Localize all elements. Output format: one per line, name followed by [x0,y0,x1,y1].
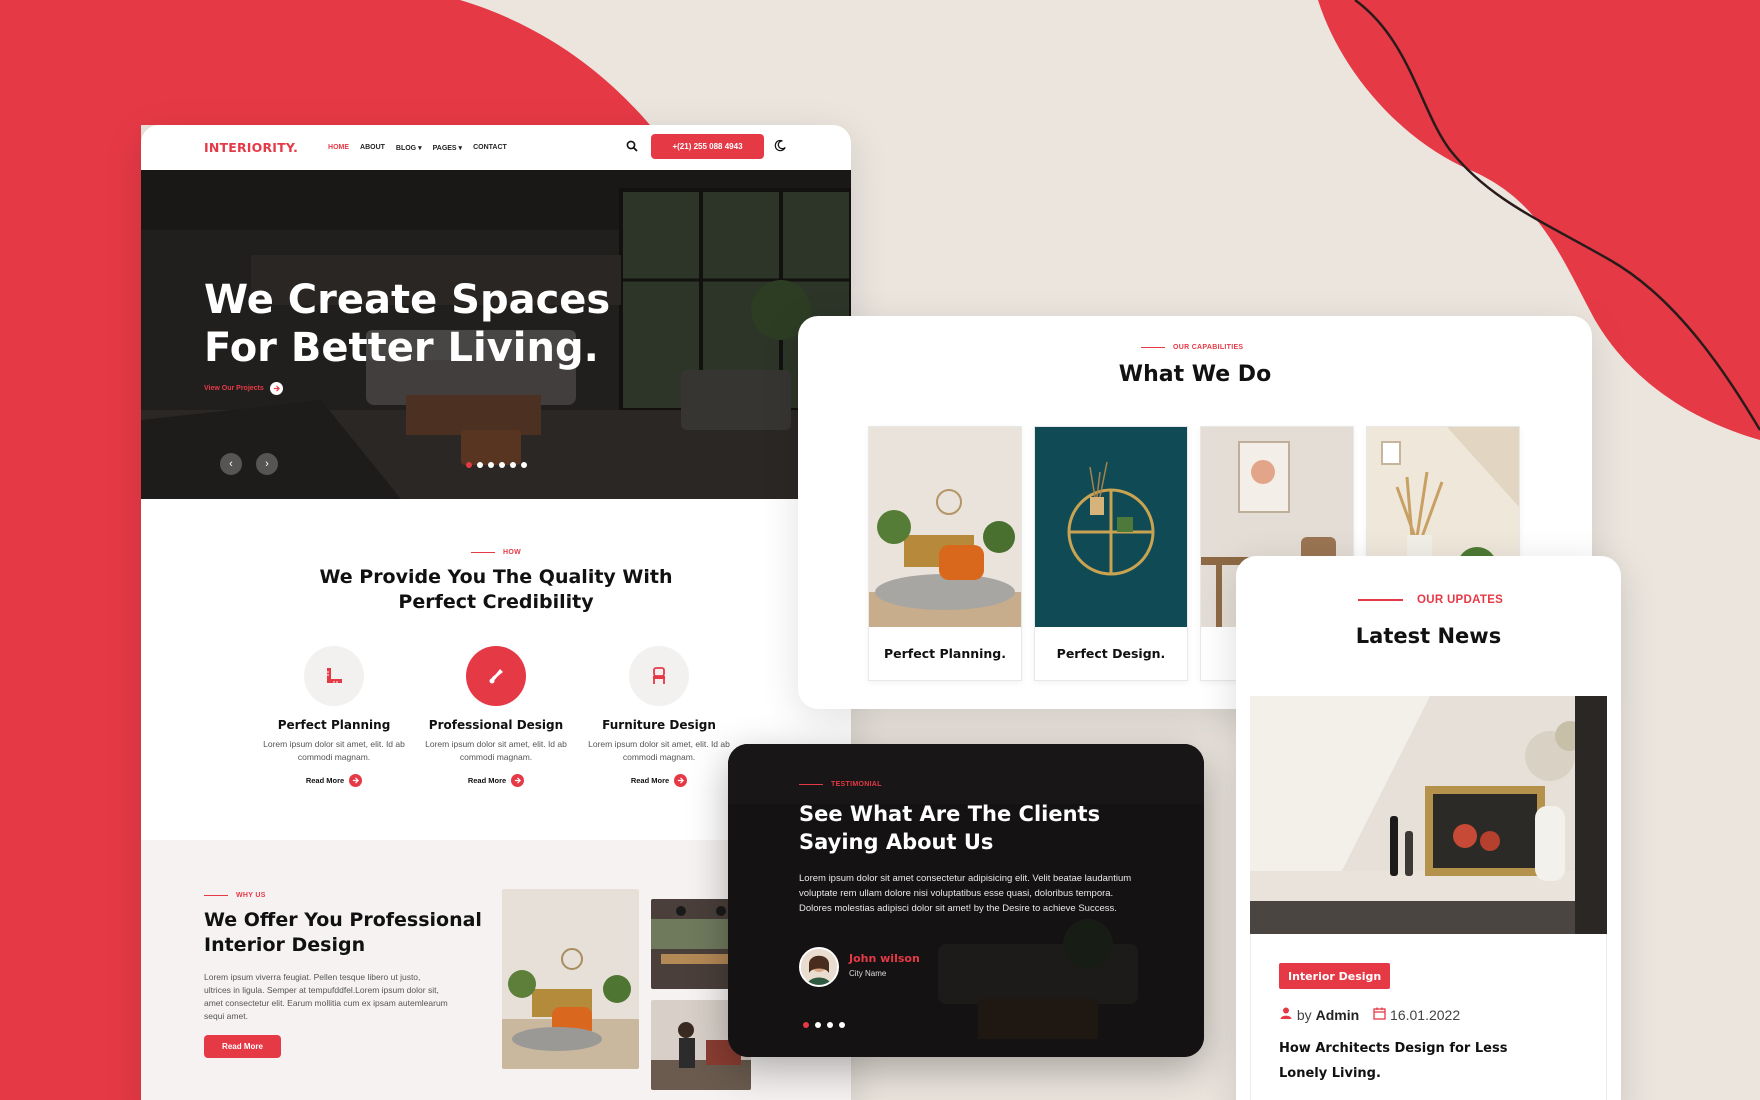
card-image [869,427,1021,627]
read-more-label: Read More [305,776,345,785]
why-read-more-button[interactable]: Read More [204,1035,281,1058]
why-image-living-room [502,889,639,1069]
hero-title: We Create Spaces For Better Living. [204,276,664,372]
news-category-tag[interactable]: Interior Design [1279,963,1391,989]
paint-brush-icon [466,646,526,706]
nav-item-pages-label: PAGES [432,144,457,152]
capability-card-design[interactable]: Perfect Design. [1034,426,1188,681]
hero-prev-button[interactable]: ‹ [220,453,242,475]
hero-next-button[interactable]: › [256,453,278,475]
testimonial-title-line-2: Saying About Us [799,830,994,854]
news-author-name[interactable]: Admin [1316,1007,1360,1023]
read-more-label: Read More [630,776,670,785]
feature-text: Lorem ipsum dolor sit amet, elit. Id ab … [425,739,567,762]
news-image[interactable] [1250,696,1607,934]
hero-slider: We Create Spaces For Better Living. View … [141,170,851,499]
news-kicker: OUR UPDATES [1358,594,1503,606]
news-date: 16.01.2022 [1373,1007,1460,1023]
testimonial-role: City Name [849,969,887,978]
testimonial-pagination [803,1022,845,1028]
arrow-right-icon [349,774,363,787]
hero-dot[interactable] [521,462,527,468]
card-image [1035,427,1187,627]
testimonial-name: John wilson [849,952,920,965]
card-title: Perfect Design. [1056,646,1166,661]
how-kicker: HOW [471,549,521,556]
latest-news-panel: OUR UPDATES Latest News Interior Design … [1236,556,1621,1100]
news-post-title[interactable]: How Architects Design for Less Lonely Li… [1279,1036,1559,1086]
moon-icon[interactable] [774,139,787,152]
chair-icon [629,646,689,706]
search-icon[interactable] [626,140,638,152]
hero-dot[interactable] [488,462,494,468]
capabilities-kicker: OUR CAPABILITIES [1141,344,1243,351]
testimonial-title: See What Are The Clients Saying About Us [799,800,1129,856]
testimonial-dot[interactable] [815,1022,821,1028]
testimonial-dot[interactable] [839,1022,845,1028]
feature-text: Lorem ipsum dolor sit amet, elit. Id ab … [588,739,730,762]
nav-item-blog[interactable]: BLOG ▾ [396,144,422,152]
arrow-right-icon [674,774,688,787]
testimonial-dot[interactable] [827,1022,833,1028]
feature-text: Lorem ipsum dolor sit amet, elit. Id ab … [263,739,405,762]
nav-item-blog-label: BLOG [395,144,417,152]
logo[interactable]: INTERIORITY. [204,140,298,155]
avatar [799,947,839,987]
testimonial-panel: TESTIMONIAL See What Are The Clients Sayi… [728,744,1204,1057]
read-more-link[interactable]: Read More [467,774,525,787]
feature-title: Perfect Planning [277,718,391,732]
chevron-right-icon: › [265,458,269,470]
feature-perfect-planning: Perfect Planning Lorem ipsum dolor sit a… [254,646,414,788]
ruler-icon [304,646,364,706]
testimonial-title-line-1: See What Are The Clients [799,802,1101,826]
calendar-icon [1373,1007,1386,1020]
chevron-down-icon: ▾ [456,144,463,152]
hero-title-line-1: We Create Spaces [204,277,611,323]
feature-title: Furniture Design [602,718,716,732]
nav-item-contact[interactable]: CONTACT [473,144,507,152]
testimonial-quote: Lorem ipsum dolor sit amet consectetur a… [799,873,1132,914]
hero-pagination [466,462,527,468]
nav-item-about[interactable]: ABOUT [360,144,385,152]
news-section-title: Latest News [1355,624,1502,648]
top-nav: INTERIORITY. HOME ABOUT BLOG ▾ PAGES ▾ C… [141,125,851,170]
news-date-text: 16.01.2022 [1390,1006,1461,1023]
read-more-link[interactable]: Read More [305,774,363,787]
testimonial-kicker: TESTIMONIAL [799,781,882,788]
hero-dot[interactable] [510,462,516,468]
card-title: Perfect Planning. [883,646,1006,661]
why-text: Lorem ipsum viverra feugiat. Pellen tesq… [204,972,448,1021]
arrow-right-icon [511,774,525,787]
hero-dot[interactable] [466,462,472,468]
view-projects-link[interactable]: View Our Projects [204,382,283,395]
nav-item-home[interactable]: HOME [328,144,349,152]
why-title: We Offer You Professional Interior Desig… [204,909,482,956]
feature-furniture-design: Furniture Design Lorem ipsum dolor sit a… [579,646,739,788]
news-meta: by Admin 16.01.2022 [1279,1006,1460,1023]
read-more-label: Read More [467,776,507,785]
hero-title-line-2: For Better Living. [204,325,599,371]
hero-dot[interactable] [499,462,505,468]
feature-professional-design: Professional Design Lorem ipsum dolor si… [416,646,576,788]
chevron-down-icon: ▾ [416,144,422,152]
user-icon [1280,1007,1292,1019]
phone-button[interactable]: +(21) 255 088 4943 [651,134,764,159]
testimonial-dot[interactable] [803,1022,809,1028]
arrow-right-icon [269,382,283,395]
news-by-label: by [1296,1007,1312,1023]
nav-item-pages[interactable]: PAGES ▾ [433,144,462,152]
why-kicker: WHY US [204,892,266,899]
capability-card-planning[interactable]: Perfect Planning. [868,426,1022,681]
news-author: by Admin [1279,1006,1359,1023]
chevron-left-icon: ‹ [229,458,233,470]
feature-title: Professional Design [428,718,564,732]
capabilities-title: What We Do [1118,362,1272,387]
hero-dot[interactable] [477,462,483,468]
main-menu: HOME ABOUT BLOG ▾ PAGES ▾ CONTACT [328,144,507,152]
read-more-link[interactable]: Read More [630,774,688,787]
how-title: We Provide You The Quality With Perfect … [319,566,673,613]
view-projects-label: View Our Projects [204,385,264,392]
